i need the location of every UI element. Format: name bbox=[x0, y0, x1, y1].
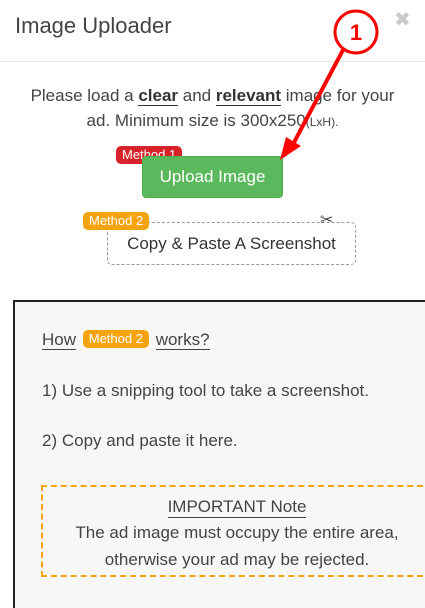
scissors-icon: ✂ bbox=[320, 212, 334, 229]
how-heading: How Method 2 works? bbox=[42, 330, 210, 350]
how-prefix: How bbox=[42, 330, 77, 350]
intro-text: Please load a clear and relevant image f… bbox=[0, 83, 425, 135]
intro-prefix: Please load a bbox=[30, 86, 139, 105]
important-note-box: IMPORTANT Note The ad image must occupy … bbox=[41, 485, 425, 577]
method2-instructions-panel: How Method 2 works? 1) Use a snipping to… bbox=[13, 300, 425, 608]
modal-header: Image Uploader ✖ bbox=[0, 0, 425, 62]
how-method2-badge: Method 2 bbox=[82, 330, 149, 348]
annotation-arrowhead bbox=[280, 137, 301, 160]
intro-clear: clear bbox=[138, 86, 179, 106]
intro-min-size: ad. Minimum size is 300x250 bbox=[86, 111, 306, 130]
intro-relevant: relevant bbox=[215, 86, 282, 106]
intro-and: and bbox=[178, 86, 216, 105]
intro-suffix: image for your bbox=[281, 86, 395, 105]
important-note-line-1: The ad image must occupy the entire area… bbox=[75, 523, 399, 542]
paste-screenshot-label: Copy & Paste A Screenshot bbox=[127, 234, 336, 253]
important-note-line-2: otherwise your ad may be rejected. bbox=[104, 550, 370, 569]
upload-image-button[interactable]: Upload Image bbox=[142, 156, 283, 198]
intro-units: (LxH). bbox=[305, 115, 339, 129]
close-icon[interactable]: ✖ bbox=[394, 8, 411, 32]
modal-title: Image Uploader bbox=[15, 13, 172, 38]
instruction-step-2: 2) Copy and paste it here. bbox=[42, 431, 238, 450]
instruction-step-1: 1) Use a snipping tool to take a screens… bbox=[42, 381, 369, 400]
important-note-title: IMPORTANT Note bbox=[167, 497, 307, 518]
method2-badge: Method 2 bbox=[83, 212, 150, 230]
how-suffix: works? bbox=[155, 330, 210, 350]
